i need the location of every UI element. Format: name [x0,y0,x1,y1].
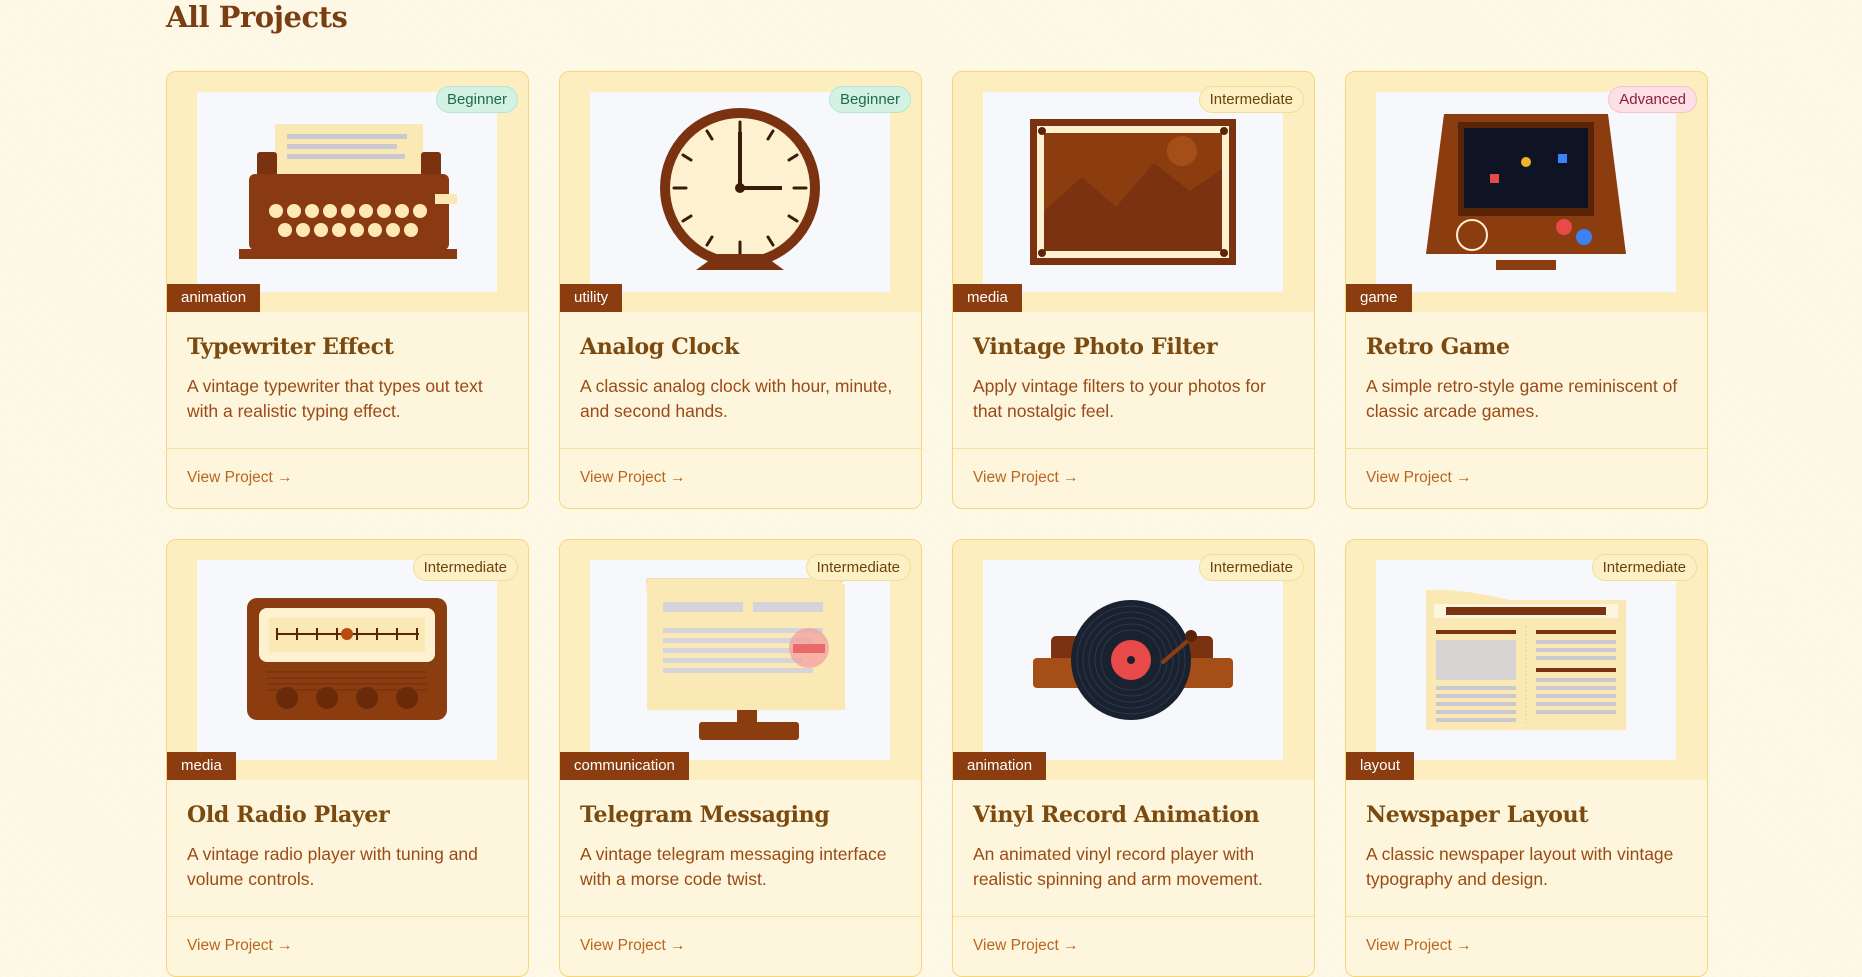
project-card[interactable]: Intermediate layout Newspaper Layout A c… [1345,539,1708,977]
difficulty-badge: Intermediate [1591,554,1697,581]
view-project-link[interactable]: View Project → [973,937,1079,954]
category-tag: utility [560,284,623,312]
project-card[interactable]: Beginner animation Typewriter Effect A v… [166,71,529,509]
project-thumbnail: Intermediate media [167,540,528,780]
project-description: A simple retro-style game reminiscent of… [1366,376,1678,421]
project-title: Telegram Messaging [580,802,830,828]
category-tag: animation [167,284,261,312]
difficulty-badge: Intermediate [1198,554,1304,581]
newspaper-icon [1426,590,1626,730]
project-title: Newspaper Layout [1366,802,1589,828]
difficulty-badge: Advanced [1608,86,1697,113]
project-thumbnail: Intermediate layout [1346,540,1707,780]
category-tag: layout [1346,752,1415,780]
project-card[interactable]: Intermediate animation Vinyl Record Anim… [952,539,1315,977]
difficulty-badge: Beginner [435,86,518,113]
category-tag: media [167,752,236,780]
category-tag: game [1346,284,1412,312]
vinyl-record-icon [1033,600,1233,720]
category-tag: media [953,284,1022,312]
view-project-link[interactable]: View Project → [187,937,293,954]
clock-icon [660,108,820,270]
project-title: Retro Game [1366,334,1510,360]
project-card[interactable]: Intermediate media Vintage Photo Filter … [952,71,1315,509]
project-card[interactable]: Intermediate communication Telegram Mess… [559,539,922,977]
project-title: Vintage Photo Filter [973,334,1218,360]
project-thumbnail: Intermediate media [953,72,1314,312]
project-title: Old Radio Player [187,802,390,828]
project-description: A vintage radio player with tuning and v… [187,844,478,889]
project-description: A vintage typewriter that types out text… [187,376,483,421]
radio-icon [247,598,447,720]
project-title: Typewriter Effect [187,334,394,360]
view-project-link[interactable]: View Project → [1366,469,1472,486]
project-title: Analog Clock [580,334,739,360]
view-project-link[interactable]: View Project → [580,937,686,954]
project-description: A vintage telegram messaging interface w… [580,844,887,889]
arcade-icon [1426,114,1626,270]
view-project-link[interactable]: View Project → [973,469,1079,486]
project-title: Vinyl Record Animation [973,802,1260,828]
project-card[interactable]: Intermediate media Old Radio Player A vi… [166,539,529,977]
typewriter-icon [239,124,457,259]
project-card[interactable]: Advanced game Retro Game A simple retro-… [1345,71,1708,509]
category-tag: animation [953,752,1047,780]
difficulty-badge: Beginner [828,86,911,113]
project-description: An animated vinyl record player with rea… [973,844,1263,889]
project-thumbnail: Advanced game [1346,72,1707,312]
photo-frame-icon [1030,119,1236,265]
difficulty-badge: Intermediate [412,554,518,581]
view-project-link[interactable]: View Project → [1366,937,1472,954]
project-description: A classic analog clock with hour, minute… [580,376,893,421]
category-tag: communication [560,752,689,780]
difficulty-badge: Intermediate [1198,86,1304,113]
project-thumbnail: Beginner animation [167,72,528,312]
project-thumbnail: Intermediate animation [953,540,1314,780]
view-project-link[interactable]: View Project → [580,469,686,486]
difficulty-badge: Intermediate [805,554,911,581]
project-description: A classic newspaper layout with vintage … [1366,844,1674,889]
project-description: Apply vintage filters to your photos for… [973,376,1266,421]
project-card[interactable]: Beginner utility Analog Clock A classic … [559,71,922,509]
project-grid: Beginner animation Typewriter Effect A v… [166,71,1708,977]
page: All Projects Beginner animation Typewrit… [0,0,1862,977]
telegram-icon [646,578,845,740]
project-thumbnail: Beginner utility [560,72,921,312]
project-thumbnail: Intermediate communication [560,540,921,780]
view-project-link[interactable]: View Project → [187,469,293,486]
section-title: All Projects [166,0,348,34]
